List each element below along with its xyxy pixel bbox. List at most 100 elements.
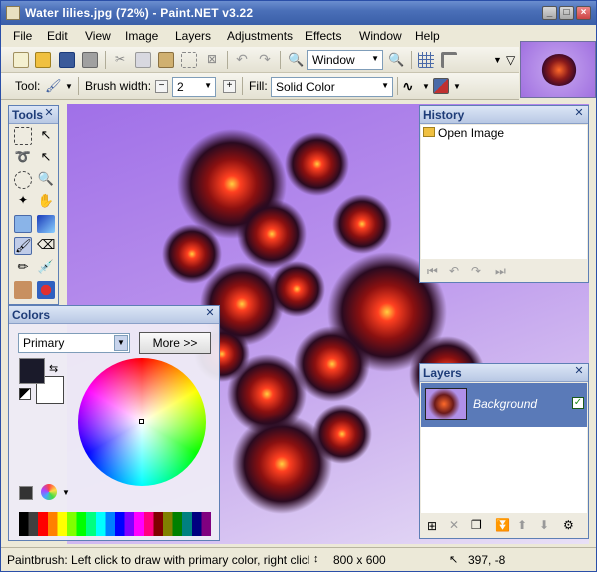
history-panel-header: History ✕ <box>420 106 588 124</box>
chevron-down-icon: ▼ <box>204 81 212 90</box>
grid-icon[interactable] <box>418 52 434 68</box>
chevron-down-icon: ▼ <box>371 54 379 63</box>
save-icon[interactable] <box>59 52 75 68</box>
swap-colors-icon[interactable]: ⇆ <box>49 362 58 375</box>
gradient-tool-icon[interactable] <box>37 215 55 233</box>
rewind-icon[interactable]: ⏮ <box>427 264 438 279</box>
paste-icon[interactable] <box>158 52 174 68</box>
zoom-out-icon[interactable]: 🔍 <box>288 52 304 68</box>
history-panel-title: History <box>423 108 465 122</box>
paintbrush-icon[interactable]: 🖌 <box>45 78 62 94</box>
move-selection-tool-icon[interactable]: ↖ <box>37 149 55 167</box>
pencil-tool-icon[interactable]: ✏ <box>14 259 32 277</box>
history-list: Open Image <box>421 125 587 259</box>
open-folder-icon[interactable] <box>35 52 51 68</box>
menu-window[interactable]: Window <box>359 29 402 43</box>
menu-adjustments[interactable]: Adjustments <box>227 29 293 43</box>
deselect-icon[interactable]: ⊠ <box>204 52 220 68</box>
move-selected-tool-icon[interactable]: ↖ <box>37 127 55 145</box>
copy-icon[interactable] <box>135 52 151 68</box>
color-picker-tool-icon[interactable]: 💉 <box>37 259 55 277</box>
layers-panel-title: Layers <box>423 366 462 380</box>
app-window: Water lilies.jpg (72%) - Paint.NET v3.22… <box>0 0 597 572</box>
menu-help[interactable]: Help <box>415 29 440 43</box>
color-mode-dropdown[interactable]: Primary ▼ <box>18 333 130 353</box>
undo-icon[interactable]: ↶ <box>449 264 459 278</box>
move-layer-down-icon[interactable]: ⬇ <box>539 518 549 532</box>
merge-layer-down-icon[interactable]: ⏬ <box>495 518 510 532</box>
rectangle-select-tool-icon[interactable] <box>14 127 32 145</box>
cursor-position-icon: ↖ <box>449 554 459 566</box>
brush-width-increase-button[interactable]: + <box>223 80 236 93</box>
blend-mode-icon[interactable] <box>433 78 449 94</box>
reset-colors-icon[interactable] <box>19 388 31 400</box>
menu-effects[interactable]: Effects <box>305 29 341 43</box>
fill-dropdown[interactable]: Solid Color ▼ <box>271 77 393 97</box>
close-icon[interactable]: ✕ <box>573 366 585 378</box>
layer-row[interactable]: Background ✓ <box>421 383 587 427</box>
menu-bar: File Edit View Image Layers Adjustments … <box>1 25 521 47</box>
menu-edit[interactable]: Edit <box>47 29 68 43</box>
add-layer-icon[interactable]: ⊞ <box>427 519 437 533</box>
duplicate-layer-icon[interactable]: ❐ <box>471 518 482 532</box>
antialiasing-icon[interactable]: ∿ <box>402 78 418 94</box>
primary-color-swatch[interactable] <box>19 358 45 384</box>
layers-controls: ⊞ ✕ ❐ ⏬ ⬆ ⬇ ⚙ <box>421 516 587 536</box>
chevron-down-icon[interactable]: ▼ <box>65 82 73 91</box>
image-thumbnail[interactable] <box>520 41 596 98</box>
palette-menu-icon[interactable] <box>41 484 57 500</box>
crop-icon[interactable] <box>181 52 197 68</box>
recolor-tool-icon[interactable] <box>37 281 55 299</box>
rulers-icon[interactable] <box>441 52 457 68</box>
close-button[interactable]: × <box>576 6 591 20</box>
zoom-in-icon[interactable]: 🔍 <box>388 52 404 68</box>
layer-visibility-checkbox[interactable]: ✓ <box>572 397 584 409</box>
undo-icon[interactable]: ↶ <box>234 52 250 68</box>
chevron-down-icon[interactable]: ▼ <box>453 82 461 91</box>
maximize-button[interactable]: □ <box>559 6 574 20</box>
redo-icon[interactable]: ↷ <box>257 52 273 68</box>
delete-layer-icon[interactable]: ✕ <box>449 518 459 532</box>
menu-file[interactable]: File <box>13 29 32 43</box>
chevron-down-icon[interactable]: ▼ <box>422 82 430 91</box>
magic-wand-tool-icon[interactable]: ✦ <box>14 193 32 211</box>
color-wheel[interactable] <box>78 358 206 486</box>
ellipse-select-tool-icon[interactable] <box>14 171 32 189</box>
fast-forward-icon[interactable]: ⏭ <box>495 264 506 279</box>
palette-primary-icon[interactable] <box>19 486 33 500</box>
close-icon[interactable]: ✕ <box>204 308 216 320</box>
eraser-tool-icon[interactable]: ⌫ <box>37 237 55 255</box>
zoom-dropdown[interactable]: Window ▼ <box>307 50 383 70</box>
chevron-down-icon: ▼ <box>114 335 128 351</box>
color-palette[interactable] <box>19 512 211 536</box>
menu-image[interactable]: Image <box>125 29 158 43</box>
pan-tool-icon[interactable]: ✋ <box>37 193 55 211</box>
history-item[interactable]: Open Image <box>438 126 504 140</box>
colors-panel-title: Colors <box>12 308 51 322</box>
brush-width-dropdown[interactable]: 2 ▼ <box>172 77 216 97</box>
more-button[interactable]: More >> <box>139 332 211 354</box>
layer-properties-icon[interactable]: ⚙ <box>563 518 574 532</box>
close-icon[interactable]: ✕ <box>573 108 585 120</box>
close-icon[interactable]: ✕ <box>43 108 55 120</box>
lasso-select-tool-icon[interactable]: ➰ <box>14 149 32 167</box>
minimize-button[interactable]: _ <box>542 6 557 20</box>
tools-panel: Tools ✕ ↖ ➰ ↖ 🔍 ✦ ✋ 🖌 ⌫ ✏ 💉 <box>8 105 59 305</box>
brush-width-decrease-button[interactable]: − <box>155 80 168 93</box>
menu-view[interactable]: View <box>85 29 111 43</box>
brush-width-value: 2 <box>177 80 184 94</box>
chevron-down-icon[interactable]: ▼ <box>62 488 70 497</box>
menu-layers[interactable]: Layers <box>175 29 211 43</box>
paintbrush-tool-icon[interactable]: 🖌 <box>14 237 32 255</box>
move-layer-up-icon[interactable]: ⬆ <box>517 518 527 532</box>
zoom-tool-icon[interactable]: 🔍 <box>37 171 55 189</box>
paint-bucket-tool-icon[interactable] <box>14 215 32 233</box>
clone-stamp-tool-icon[interactable] <box>14 281 32 299</box>
redo-icon[interactable]: ↷ <box>471 264 481 278</box>
layers-panel-header: Layers ✕ <box>420 364 588 382</box>
print-icon[interactable] <box>82 52 98 68</box>
color-wheel-cursor[interactable] <box>139 419 144 424</box>
colors-panel-header: Colors ✕ <box>9 306 219 324</box>
new-file-icon[interactable] <box>13 52 29 68</box>
cut-icon[interactable]: ✂ <box>112 52 128 68</box>
